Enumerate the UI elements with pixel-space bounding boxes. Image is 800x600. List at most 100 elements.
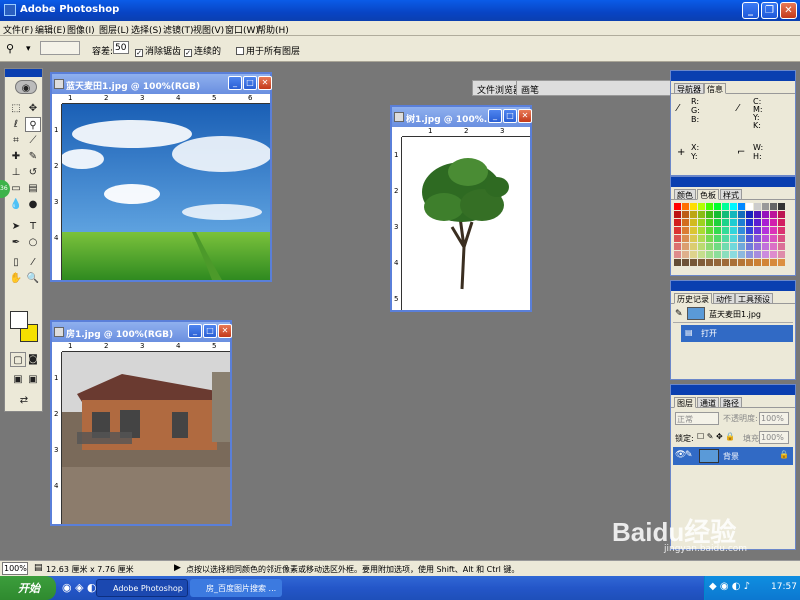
color-swatch[interactable] [706, 243, 713, 250]
tab-tool-presets[interactable]: 工具预设 [735, 293, 773, 304]
color-swatch[interactable] [754, 259, 761, 266]
color-swatch[interactable] [682, 203, 689, 210]
color-swatch[interactable] [762, 227, 769, 234]
color-swatch[interactable] [674, 259, 681, 266]
color-swatch[interactable] [706, 251, 713, 258]
ruler-vertical[interactable]: 1 2 3 4 [52, 352, 62, 524]
color-swatch[interactable] [706, 235, 713, 242]
lasso-icon[interactable]: ℓ [8, 117, 24, 132]
color-swatch[interactable] [738, 227, 745, 234]
color-swatch[interactable] [770, 243, 777, 250]
chevron-down-icon[interactable]: ▾ [26, 44, 31, 54]
color-swatch[interactable] [674, 243, 681, 250]
document-window-tree[interactable]: 树1.jpg @ 100%... _ □ ✕ 1 2 3 1 2 3 4 5 [390, 105, 532, 312]
color-swatch[interactable] [682, 259, 689, 266]
color-swatch[interactable] [746, 251, 753, 258]
tab-color[interactable]: 颜色 [674, 189, 696, 200]
color-swatch[interactable] [674, 227, 681, 234]
screen-mode-icon[interactable]: ▣ [10, 372, 26, 387]
color-swatch[interactable] [730, 227, 737, 234]
doc-maximize-button[interactable]: □ [503, 109, 517, 123]
foreground-color-swatch[interactable] [10, 311, 28, 329]
tab-navigator[interactable]: 导航器 [674, 83, 704, 94]
color-swatch[interactable] [770, 251, 777, 258]
hand-icon[interactable]: ✋ [8, 271, 24, 286]
tab-layers[interactable]: 图层 [674, 397, 696, 408]
color-swatch[interactable] [770, 203, 777, 210]
color-swatch[interactable] [730, 219, 737, 226]
color-swatch[interactable] [698, 227, 705, 234]
close-button[interactable]: ✕ [780, 2, 797, 19]
color-swatch[interactable] [738, 259, 745, 266]
color-swatch[interactable] [762, 259, 769, 266]
color-swatch[interactable] [690, 243, 697, 250]
eyedropper-icon[interactable]: ⁄ [25, 255, 41, 270]
type-icon[interactable]: T [25, 219, 41, 234]
color-swatch[interactable] [778, 235, 785, 242]
ruler-origin[interactable] [52, 342, 62, 352]
color-swatch[interactable] [746, 243, 753, 250]
tab-actions[interactable]: 动作 [713, 293, 735, 304]
color-swatch[interactable] [722, 227, 729, 234]
swatch-grid[interactable] [674, 203, 792, 275]
color-swatch[interactable] [754, 251, 761, 258]
selection-mode-buttons[interactable] [40, 41, 80, 55]
menu-layer[interactable]: 图层(L) [99, 23, 129, 36]
magic-wand-icon[interactable]: ⚲ [25, 117, 41, 132]
color-swatch[interactable] [698, 235, 705, 242]
color-swatch[interactable] [674, 203, 681, 210]
quick-launch-icons[interactable]: ◉ ◈ ◐ [62, 581, 97, 594]
color-swatch[interactable] [762, 219, 769, 226]
doc-minimize-button[interactable]: _ [488, 109, 502, 123]
quick-mask-icon[interactable]: ◙ [25, 352, 41, 367]
color-swatch[interactable] [714, 243, 721, 250]
color-swatch[interactable] [690, 211, 697, 218]
color-swatch[interactable] [738, 235, 745, 242]
color-swatch[interactable] [714, 235, 721, 242]
color-swatch[interactable] [754, 243, 761, 250]
doc-minimize-button[interactable]: _ [188, 324, 202, 338]
anti-alias-checkbox[interactable]: ✓ 消除锯齿 [135, 44, 181, 57]
tab-styles[interactable]: 样式 [720, 189, 742, 200]
color-swatch[interactable] [762, 235, 769, 242]
all-layers-checkbox[interactable]: 用于所有图层 [236, 44, 300, 57]
color-swatch[interactable] [730, 243, 737, 250]
color-swatch[interactable] [754, 219, 761, 226]
color-swatch[interactable] [762, 243, 769, 250]
eye-logo-icon[interactable]: ◉ [15, 80, 37, 94]
standard-mode-icon[interactable]: ▢ [10, 352, 26, 367]
color-swatch[interactable] [778, 259, 785, 266]
color-swatch[interactable] [698, 251, 705, 258]
color-swatch[interactable] [730, 251, 737, 258]
color-swatch[interactable] [738, 211, 745, 218]
ruler-horizontal[interactable]: 1 2 3 4 5 [62, 342, 230, 352]
color-swatch[interactable] [690, 259, 697, 266]
menu-select[interactable]: 选择(S) [131, 23, 162, 36]
color-swatch[interactable] [698, 243, 705, 250]
color-swatch[interactable] [674, 211, 681, 218]
color-swatch[interactable] [770, 227, 777, 234]
history-brush-icon[interactable]: ↺ [25, 165, 41, 180]
ruler-horizontal[interactable]: 1 2 3 4 5 6 [62, 94, 270, 104]
color-swatch[interactable] [682, 227, 689, 234]
doc-maximize-button[interactable]: □ [243, 76, 257, 90]
history-state-open[interactable]: ▤ 打开 [681, 325, 793, 342]
color-swatch[interactable] [770, 235, 777, 242]
color-swatch[interactable] [706, 219, 713, 226]
color-swatch[interactable] [690, 203, 697, 210]
color-swatch[interactable] [722, 259, 729, 266]
pen-icon[interactable]: ✒ [8, 235, 24, 250]
start-button[interactable]: 开始 [0, 576, 56, 600]
zoom-input[interactable]: 100% [2, 562, 28, 575]
color-swatch[interactable] [778, 243, 785, 250]
color-swatch[interactable] [778, 219, 785, 226]
shape-icon[interactable]: ○ [25, 235, 41, 250]
color-swatch[interactable] [714, 219, 721, 226]
color-swatch[interactable] [722, 235, 729, 242]
color-swatch[interactable] [746, 259, 753, 266]
doc-close-button[interactable]: ✕ [218, 324, 232, 338]
color-swatch[interactable] [714, 227, 721, 234]
color-swatch[interactable] [698, 259, 705, 266]
color-swatch[interactable] [738, 203, 745, 210]
color-swatch[interactable] [778, 251, 785, 258]
